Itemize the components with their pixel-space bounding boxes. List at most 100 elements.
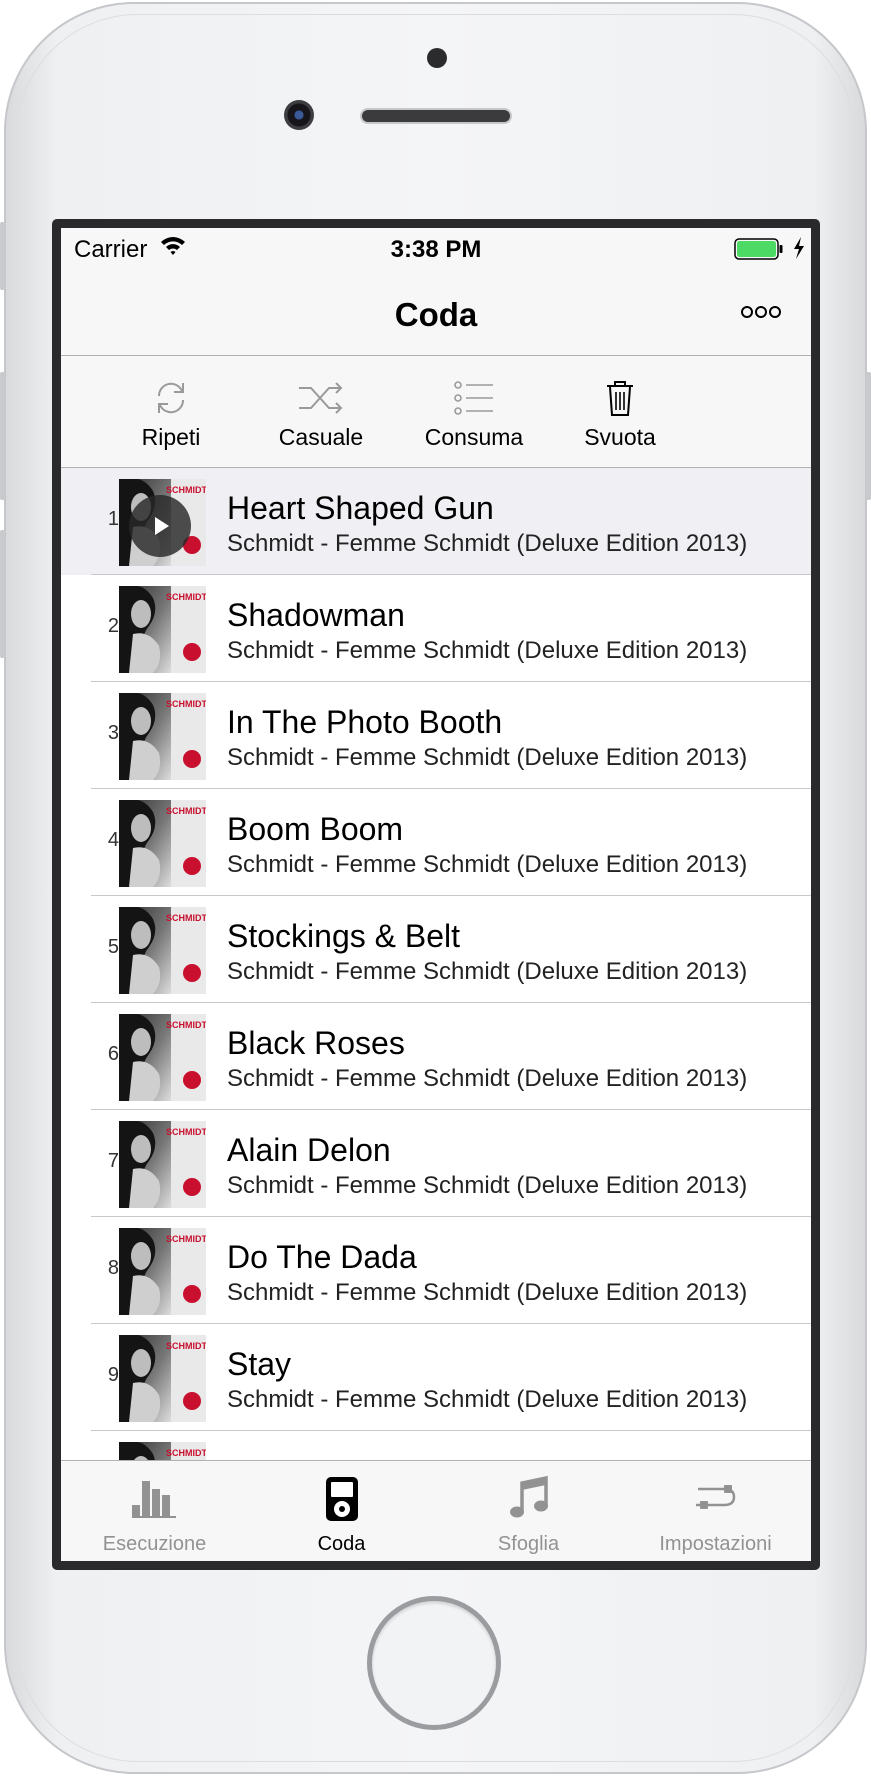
tab-impostazioni-label: Impostazioni — [659, 1533, 772, 1555]
ipod-icon — [325, 1477, 358, 1521]
cable-icon — [695, 1485, 735, 1509]
track-artist-album: Schmidt - Femme Schmidt (Deluxe Edition … — [227, 1065, 748, 1092]
shuffle-button[interactable]: Casuale — [251, 356, 391, 468]
volume-up-button — [0, 372, 5, 500]
svg-text:SCHMIDT: SCHMIDT — [166, 1234, 206, 1244]
app-screen: Carrier 3:38 PM Coda Ripeti Casuale Cons… — [61, 228, 811, 1561]
more-options-icon[interactable] — [741, 304, 781, 320]
album-cover: SCHMIDT — [119, 1335, 206, 1422]
repeat-button[interactable]: Ripeti — [101, 356, 241, 468]
status-bar: Carrier 3:38 PM — [61, 228, 811, 268]
track-number: 3 — [107, 722, 119, 744]
track-number: 2 — [107, 615, 119, 637]
track-title: Stay — [227, 1346, 292, 1382]
shuffle-label: Casuale — [278, 424, 364, 450]
queue-row[interactable]: 3 SCHMIDT In The Photo Booth Schmidt - F… — [61, 682, 811, 789]
queue-row[interactable]: 8 SCHMIDT Do The Dada Schmidt - Femme Sc… — [61, 1217, 811, 1324]
queue-list[interactable]: 1 SCHMIDT Heart Shaped Gun Schmidt - Fem… — [61, 468, 811, 1460]
track-title: Stockings & Belt — [227, 918, 460, 954]
track-number: 4 — [107, 829, 119, 851]
bars-chart-icon — [131, 1481, 176, 1518]
album-cover-art: SCHMIDT — [119, 800, 206, 887]
svg-text:SCHMIDT: SCHMIDT — [166, 1127, 206, 1137]
repeat-icon — [157, 382, 185, 414]
queue-row[interactable]: 2 SCHMIDT Shadowman Schmidt - Femme Schm… — [61, 575, 811, 682]
front-camera — [284, 100, 314, 130]
svg-text:SCHMIDT: SCHMIDT — [166, 485, 206, 495]
tab-bar: Esecuzione Coda Sfoglia Impostazioni — [61, 1460, 811, 1561]
tab-coda-label: Coda — [317, 1533, 366, 1555]
svg-text:SCHMIDT: SCHMIDT — [166, 1341, 206, 1351]
clock: 3:38 PM — [390, 236, 482, 263]
album-cover: SCHMIDT — [119, 586, 206, 673]
track-artist-album: Schmidt - Femme Schmidt (Deluxe Edition … — [227, 1172, 748, 1199]
svg-text:SCHMIDT: SCHMIDT — [166, 913, 206, 923]
album-cover-art: SCHMIDT — [119, 586, 206, 673]
track-artist-album: Schmidt - Femme Schmidt (Deluxe Edition … — [227, 1386, 748, 1413]
track-title: Shadowman — [227, 597, 405, 633]
track-number: 9 — [107, 1364, 119, 1386]
svg-text:SCHMIDT: SCHMIDT — [166, 806, 206, 816]
navigation-bar: Coda — [61, 268, 811, 356]
shuffle-icon — [299, 382, 343, 414]
track-number: 7 — [107, 1150, 119, 1172]
album-cover-art: SCHMIDT — [119, 1014, 206, 1101]
consume-button[interactable]: Consuma — [399, 356, 549, 468]
album-cover: SCHMIDT — [119, 800, 206, 887]
repeat-label: Ripeti — [141, 424, 201, 450]
tab-sfoglia-label: Sfoglia — [497, 1533, 560, 1555]
svg-text:SCHMIDT: SCHMIDT — [166, 1020, 206, 1030]
tab-impostazioni[interactable]: Impostazioni — [622, 1461, 809, 1561]
proximity-sensor — [427, 48, 447, 68]
album-cover: SCHMIDT — [119, 907, 206, 994]
music-note-icon — [509, 1475, 548, 1518]
track-number: 5 — [107, 936, 119, 958]
track-artist-album: Schmidt - Femme Schmidt (Deluxe Edition … — [227, 1279, 748, 1306]
now-playing-overlay[interactable] — [129, 495, 191, 557]
track-title: Boom Boom — [227, 811, 404, 847]
volume-down-button — [0, 530, 5, 658]
svg-text:SCHMIDT: SCHMIDT — [166, 592, 206, 602]
tab-esecuzione-label: Esecuzione — [102, 1533, 207, 1555]
track-number: 8 — [107, 1257, 119, 1279]
album-cover: SCHMIDT — [119, 1014, 206, 1101]
track-artist-album: Schmidt - Femme Schmidt (Deluxe Edition … — [227, 637, 748, 664]
track-title: In The Photo Booth — [227, 704, 503, 740]
svg-text:SCHMIDT: SCHMIDT — [166, 1448, 206, 1458]
queue-row[interactable]: 7 SCHMIDT Alain Delon Schmidt - Femme Sc… — [61, 1110, 811, 1217]
album-cover: SCHMIDT — [119, 479, 206, 566]
queue-row[interactable]: SCHMIDT — [61, 1431, 811, 1460]
album-cover-art: SCHMIDT — [119, 907, 206, 994]
album-cover: SCHMIDT — [119, 1442, 206, 1460]
battery-icon — [734, 238, 783, 260]
album-cover-art: SCHMIDT — [119, 1121, 206, 1208]
power-button — [866, 372, 871, 500]
track-title: Do The Dada — [227, 1239, 417, 1275]
queue-row[interactable]: 9 SCHMIDT Stay Schmidt - Femme Schmidt (… — [61, 1324, 811, 1431]
tab-sfoglia[interactable]: Sfoglia — [435, 1461, 622, 1561]
track-title: Heart Shaped Gun — [227, 490, 494, 526]
list-icon — [454, 381, 493, 415]
track-title: Alain Delon — [227, 1132, 391, 1168]
tab-coda[interactable]: Coda — [248, 1461, 435, 1561]
earpiece-speaker — [360, 108, 512, 124]
queue-row[interactable]: 4 SCHMIDT Boom Boom Schmidt - Femme Schm… — [61, 789, 811, 896]
clear-button[interactable]: Svuota — [555, 356, 685, 468]
trash-icon — [607, 381, 633, 416]
album-cover-art: SCHMIDT — [119, 1335, 206, 1422]
clear-label: Svuota — [584, 424, 656, 450]
silent-switch — [0, 222, 5, 290]
queue-row[interactable]: 6 SCHMIDT Black Roses Schmidt - Femme Sc… — [61, 1003, 811, 1110]
album-cover: SCHMIDT — [119, 1228, 206, 1315]
track-artist-album: Schmidt - Femme Schmidt (Deluxe Edition … — [227, 744, 748, 771]
tab-esecuzione[interactable]: Esecuzione — [61, 1461, 248, 1561]
track-title: Black Roses — [227, 1025, 405, 1061]
album-cover-art: SCHMIDT — [119, 1442, 206, 1460]
queue-toolbar: Ripeti Casuale Consuma Svuota — [61, 356, 811, 468]
home-button[interactable] — [367, 1596, 501, 1730]
page-title: Coda — [394, 296, 478, 333]
queue-row[interactable]: 5 SCHMIDT Stockings & Belt Schmidt - Fem… — [61, 896, 811, 1003]
album-cover-art: SCHMIDT — [119, 693, 206, 780]
album-cover: SCHMIDT — [119, 1121, 206, 1208]
queue-row[interactable]: 1 SCHMIDT Heart Shaped Gun Schmidt - Fem… — [61, 468, 811, 575]
